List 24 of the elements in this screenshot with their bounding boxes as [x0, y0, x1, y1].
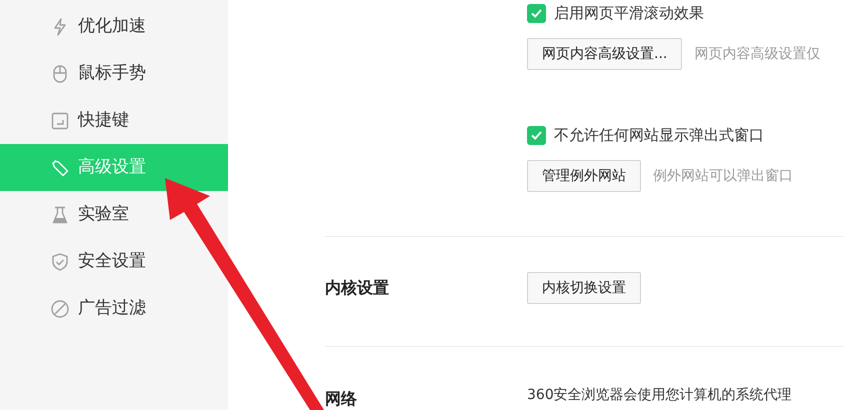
checkbox-label: 不允许任何网站显示弹出式窗口: [554, 124, 764, 146]
check-icon: [530, 128, 543, 142]
flask-icon: [50, 204, 70, 224]
sidebar-item[interactable]: 实验室: [0, 191, 228, 238]
sidebar-item[interactable]: 安全设置: [0, 238, 228, 285]
checkbox-label: 启用网页平滑滚动效果: [554, 2, 704, 24]
checkbox[interactable]: [527, 126, 546, 144]
settings-button[interactable]: 管理例外网站: [527, 160, 641, 192]
settings-button[interactable]: 内核切换设置: [527, 272, 641, 304]
section-label: 内核设置: [325, 278, 389, 297]
sidebar-item[interactable]: 优化加速: [0, 3, 228, 50]
checkbox[interactable]: [527, 4, 546, 22]
hint-text: 例外网站可以弹出窗口: [653, 166, 793, 186]
section-label: 网络: [325, 389, 357, 408]
shield-icon: [50, 252, 70, 272]
sidebar-item[interactable]: 鼠标手势: [0, 50, 228, 97]
keyboard-key-icon: [50, 110, 70, 130]
description-text: 360安全浏览器会使用您计算机的系统代理: [527, 386, 793, 405]
check-icon: [530, 6, 543, 20]
settings-button[interactable]: 网页内容高级设置...: [527, 38, 682, 70]
block-icon: [50, 298, 70, 318]
hint-text: 网页内容高级设置仅: [694, 44, 820, 64]
sidebar-item[interactable]: 快捷键: [0, 97, 228, 144]
sidebar-item[interactable]: 广告过滤: [0, 285, 228, 332]
